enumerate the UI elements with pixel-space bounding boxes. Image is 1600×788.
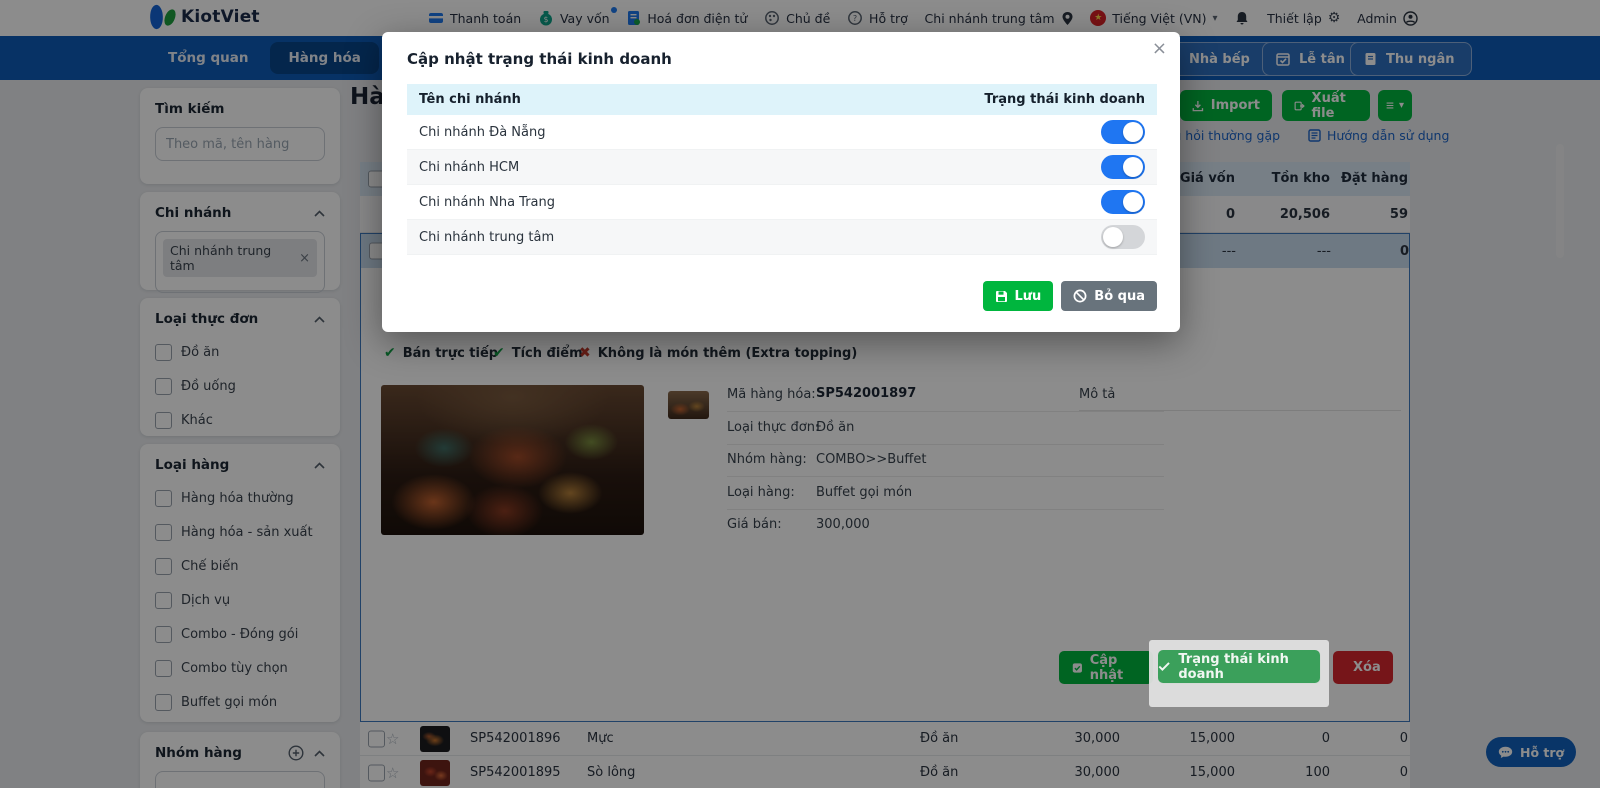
branch-name: Chi nhánh HCM <box>419 159 520 175</box>
branch-row: Chi nhánh Đà Nẵng <box>407 115 1157 150</box>
branch-row: Chi nhánh trung tâm <box>407 220 1157 255</box>
modal-title: Cập nhật trạng thái kinh doanh <box>407 50 672 68</box>
status-toggle[interactable] <box>1101 225 1145 249</box>
save-floppy-icon <box>995 290 1007 302</box>
branch-name: Chi nhánh Nha Trang <box>419 194 556 210</box>
branch-row: Chi nhánh Nha Trang <box>407 185 1157 220</box>
branch-row: Chi nhánh HCM <box>407 150 1157 185</box>
status-toggle[interactable] <box>1101 120 1145 144</box>
branch-status-table: Tên chi nhánh Trạng thái kinh doanh Chi … <box>407 84 1157 255</box>
branch-name: Chi nhánh Đà Nẵng <box>419 124 546 140</box>
column-branch-name: Tên chi nhánh <box>419 92 521 107</box>
cancel-button[interactable]: Bỏ qua <box>1061 281 1157 311</box>
prohibit-icon <box>1073 289 1087 303</box>
close-icon[interactable]: × <box>1152 40 1167 58</box>
action-highlight-box: Trạng thái kinh doanh <box>1149 640 1329 707</box>
app-window: KiotViet Thanh toán $ Vay vốn Hoá đơn đi… <box>0 0 1600 788</box>
status-toggle[interactable] <box>1101 190 1145 214</box>
branch-name: Chi nhánh trung tâm <box>419 229 555 245</box>
status-toggle[interactable] <box>1101 155 1145 179</box>
save-button[interactable]: Lưu <box>982 281 1054 311</box>
business-status-button-highlighted[interactable]: Trạng thái kinh doanh <box>1158 650 1320 683</box>
business-status-modal: × Cập nhật trạng thái kinh doanh Tên chi… <box>382 32 1180 332</box>
check-icon <box>1158 662 1170 671</box>
column-business-status: Trạng thái kinh doanh <box>984 92 1145 107</box>
